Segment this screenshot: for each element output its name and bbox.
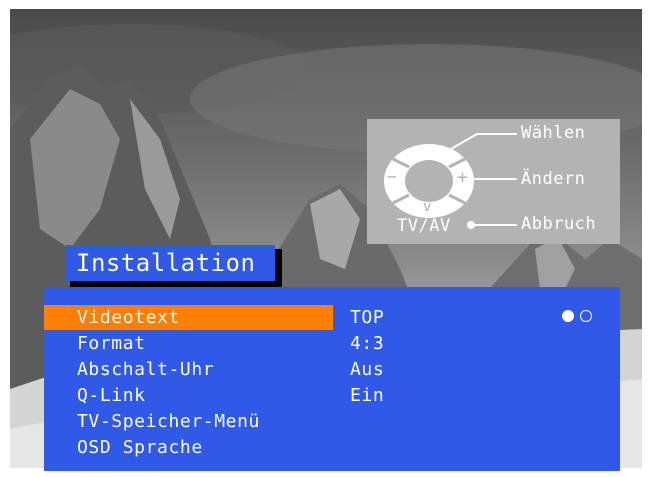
menu-item-label: Abschalt-Uhr bbox=[77, 359, 215, 380]
down-arrow-icon: v bbox=[423, 199, 432, 215]
page-dot-active-icon bbox=[562, 309, 574, 322]
installation-menu: Videotext TOP Format 4:3 Abschalt-Uhr Au… bbox=[44, 287, 620, 471]
up-arrow-icon: ^ bbox=[423, 127, 432, 143]
menu-item-label: OSD Sprache bbox=[77, 437, 203, 458]
page-dot-inactive-icon bbox=[580, 309, 592, 322]
plus-icon: + bbox=[457, 167, 469, 188]
remote-help-panel: ^ v − + Wählen Ändern Abbruch TV/AV bbox=[367, 119, 620, 244]
menu-item-value: Aus bbox=[350, 359, 385, 380]
tvav-label: TV/AV bbox=[397, 216, 451, 236]
select-label: Wählen bbox=[521, 123, 586, 143]
menu-item-label: Q-Link bbox=[77, 385, 146, 406]
change-label: Ändern bbox=[521, 169, 586, 189]
menu-item-label: TV-Speicher-Menü bbox=[77, 411, 260, 432]
menu-title: Installation bbox=[76, 249, 256, 277]
menu-item-value: 4:3 bbox=[350, 333, 385, 354]
menu-item-label: Videotext bbox=[77, 307, 180, 328]
menu-item-label: Format bbox=[77, 333, 146, 354]
menu-item-value: TOP bbox=[350, 307, 385, 328]
minus-icon: − bbox=[387, 167, 398, 186]
menu-title-tab: Installation bbox=[66, 245, 275, 281]
cancel-label: Abbruch bbox=[521, 214, 597, 234]
page-indicator bbox=[562, 305, 598, 324]
menu-item-value: Ein bbox=[350, 385, 385, 406]
